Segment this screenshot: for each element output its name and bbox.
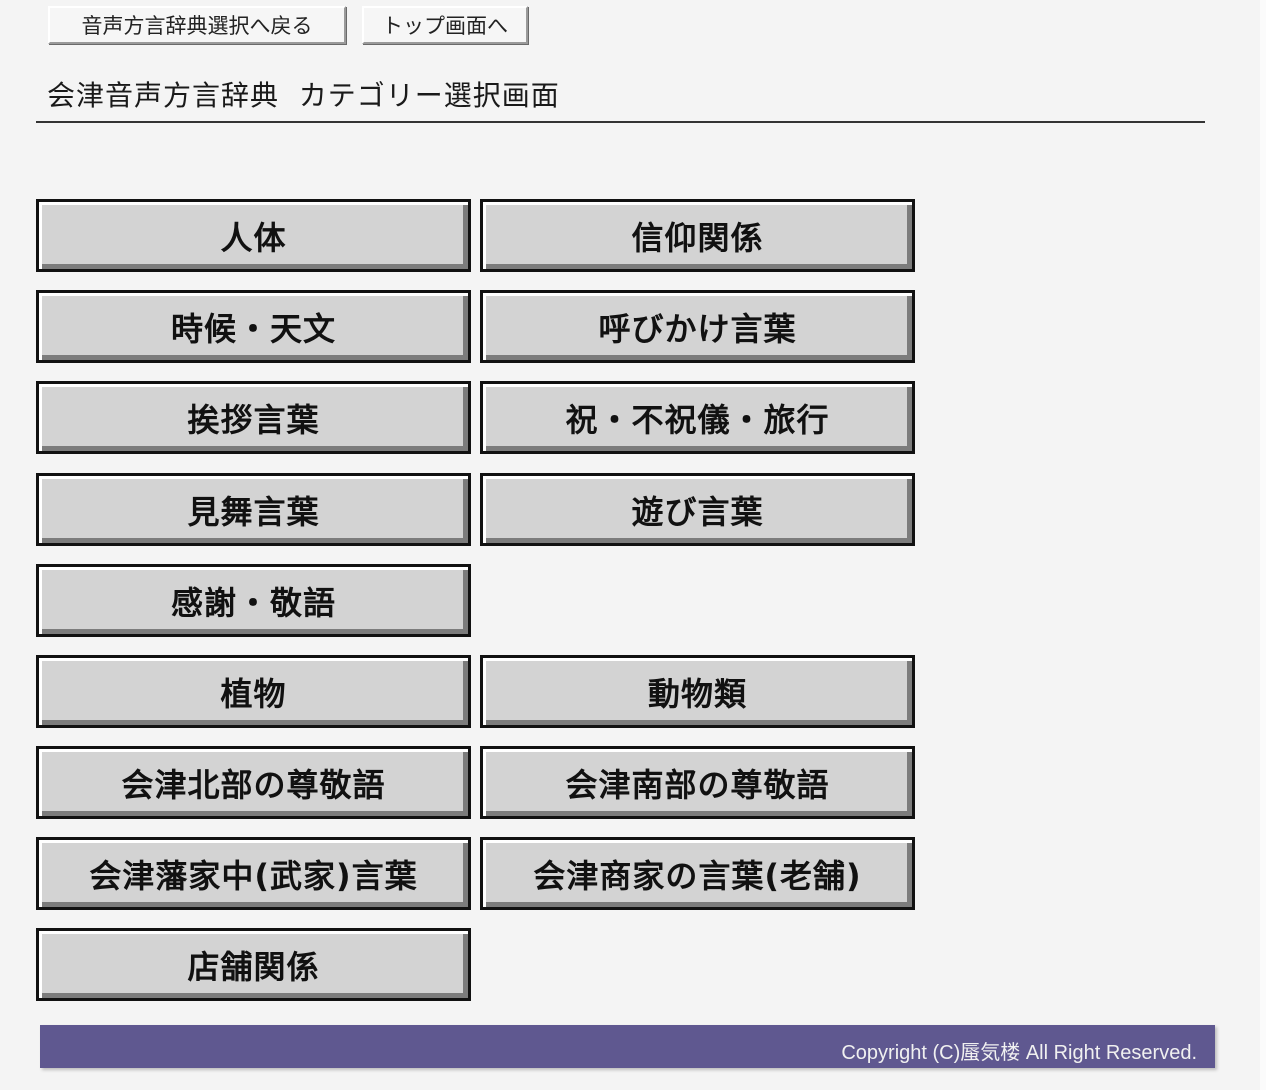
- category-button-faith[interactable]: 信仰関係: [480, 199, 915, 272]
- category-button-ceremony-travel[interactable]: 祝・不祝儀・旅行: [480, 381, 915, 454]
- title-divider: [36, 121, 1205, 123]
- page: 音声方言辞典選択へ戻る トップ画面へ 会津音声方言辞典 カテゴリー選択画面 人体…: [0, 0, 1266, 1090]
- category-button-body[interactable]: 人体: [36, 199, 471, 272]
- category-button-animals[interactable]: 動物類: [480, 655, 915, 728]
- page-title: 会津音声方言辞典 カテゴリー選択画面: [47, 79, 560, 112]
- category-button-greetings[interactable]: 挨拶言葉: [36, 381, 471, 454]
- page-edge: [1260, 0, 1266, 1090]
- category-button-merchant-words[interactable]: 会津商家の言葉(老舗): [480, 837, 915, 910]
- category-button-south-honorifics[interactable]: 会津南部の尊敬語: [480, 746, 915, 819]
- category-button-play-words[interactable]: 遊び言葉: [480, 473, 915, 546]
- footer-bar: Copyright (C)蜃気楼 All Right Reserved.: [40, 1025, 1215, 1068]
- top-page-button[interactable]: トップ画面へ: [362, 6, 528, 44]
- category-button-calling-words[interactable]: 呼びかけ言葉: [480, 290, 915, 363]
- category-button-sympathy-words[interactable]: 見舞言葉: [36, 473, 471, 546]
- category-button-samurai-words[interactable]: 会津藩家中(武家)言葉: [36, 837, 471, 910]
- category-button-thanks-honorifics[interactable]: 感謝・敬語: [36, 564, 471, 637]
- copyright-text: Copyright (C)蜃気楼 All Right Reserved.: [841, 1042, 1197, 1064]
- back-to-dictionary-select-button[interactable]: 音声方言辞典選択へ戻る: [48, 6, 346, 44]
- category-button-weather-astronomy[interactable]: 時候・天文: [36, 290, 471, 363]
- category-button-plants[interactable]: 植物: [36, 655, 471, 728]
- category-button-shops[interactable]: 店舗関係: [36, 928, 471, 1001]
- category-button-north-honorifics[interactable]: 会津北部の尊敬語: [36, 746, 471, 819]
